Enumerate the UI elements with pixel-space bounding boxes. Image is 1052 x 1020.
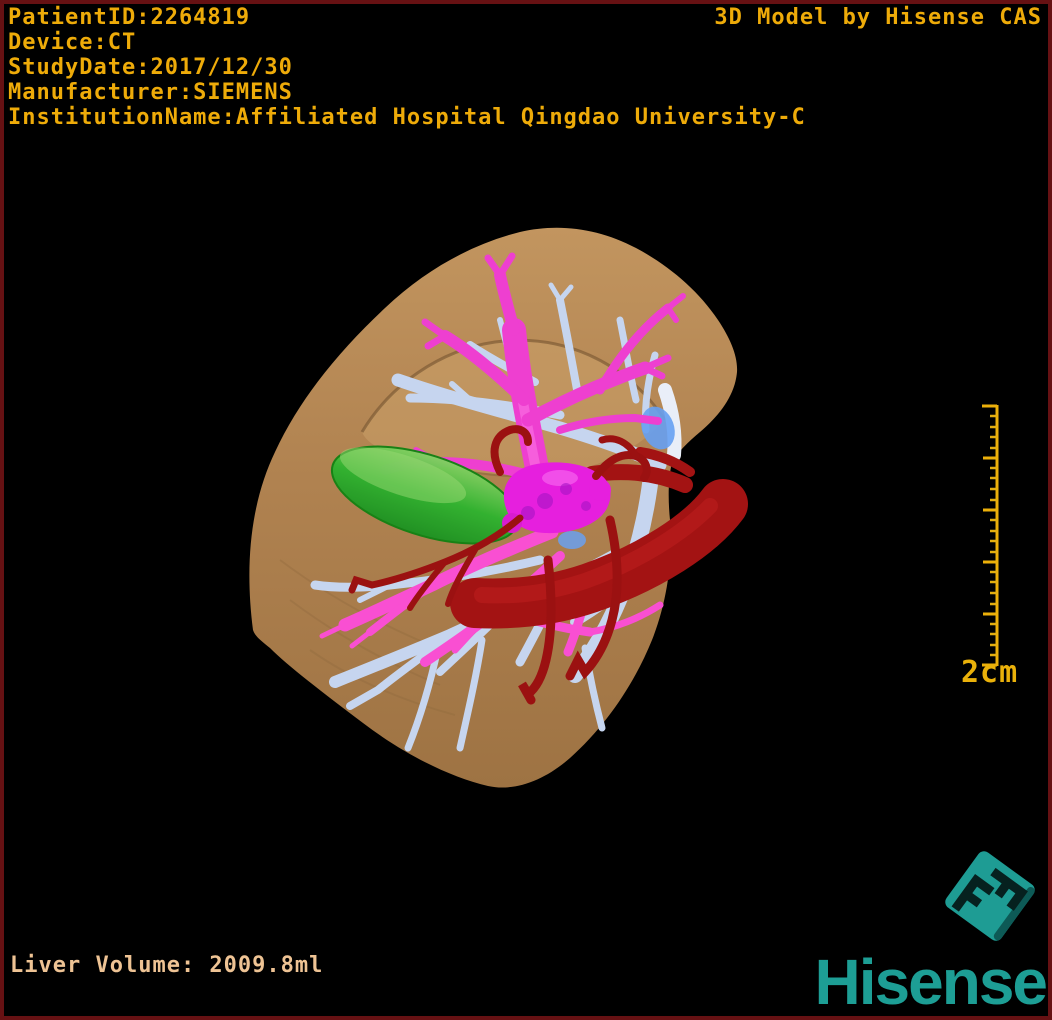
watermark-text: 3D Model by Hisense CAS (714, 5, 1042, 30)
manufacturer-text: Manufacturer:SIEMENS (8, 80, 293, 105)
device-text: Device:CT (8, 30, 137, 55)
study-date-text: StudyDate:2017/12/30 (8, 55, 293, 80)
liver-volume-text: Liver Volume: 2009.8ml (10, 953, 324, 978)
hisense-wordmark: Hisense (814, 946, 1048, 1018)
3d-model-viewport[interactable] (0, 0, 1052, 1020)
institution-text: InstitutionName:Affiliated Hospital Qing… (8, 105, 806, 130)
patient-id-text: PatientID:2264819 (8, 5, 251, 30)
scale-label: 2cm (961, 655, 1019, 690)
hisense-cas-logo-icon (945, 851, 1035, 941)
